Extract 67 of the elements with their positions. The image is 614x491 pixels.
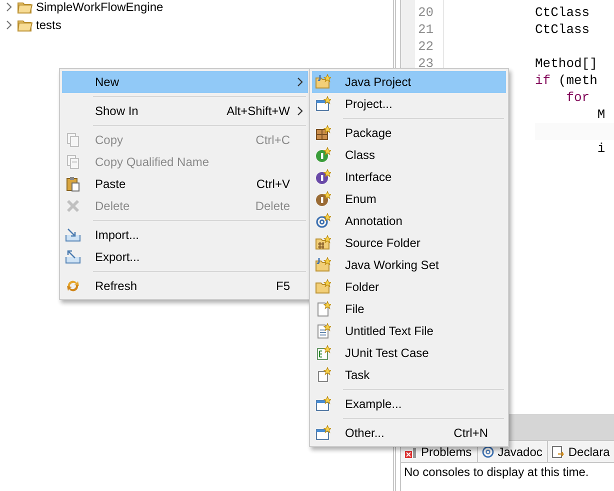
source-folder-icon <box>315 235 331 251</box>
paste-icon <box>65 176 81 192</box>
menu-item[interactable]: File <box>312 298 506 320</box>
tree-item[interactable]: SimpleWorkFlowEngine <box>36 0 164 14</box>
export-icon <box>65 249 81 265</box>
task-icon <box>315 367 331 383</box>
declaration-icon <box>551 444 566 458</box>
working-set-icon <box>315 257 331 273</box>
code-line: CtClass <box>535 4 590 21</box>
menu-item[interactable]: Other... Ctrl+N <box>312 422 506 444</box>
line-number: 23 <box>417 55 435 72</box>
console-message: No consoles to display at this time. <box>403 464 590 481</box>
menu-item[interactable]: Untitled Text File <box>312 320 506 342</box>
menu-item[interactable]: Interface <box>312 166 506 188</box>
line-number: 21 <box>417 21 435 38</box>
menu-item[interactable]: Project... <box>312 93 506 115</box>
menu-item[interactable]: JUnit Test Case <box>312 342 506 364</box>
new-file-icon <box>315 301 331 317</box>
line-number: 22 <box>417 38 435 55</box>
import-icon <box>65 227 81 243</box>
new-folder-icon <box>315 279 331 295</box>
chevron-right-icon <box>296 77 304 87</box>
menu-item[interactable]: Export... <box>62 246 308 268</box>
code-line: CtClass <box>535 21 590 38</box>
delete-icon <box>65 198 81 214</box>
new-project-icon <box>315 74 331 90</box>
code-line: for <box>565 89 590 106</box>
menu-item[interactable]: Java Working Set <box>312 254 506 276</box>
tree-item[interactable]: tests <box>36 18 62 32</box>
menu-item[interactable]: Class <box>312 144 506 166</box>
menu-item[interactable]: Folder <box>312 276 506 298</box>
menu-item[interactable]: Enum <box>312 188 506 210</box>
menu-item[interactable]: Annotation <box>312 210 506 232</box>
chevron-right-icon <box>296 106 304 116</box>
menu-item[interactable]: Refresh F5 <box>62 275 308 297</box>
folder-icon <box>17 0 33 15</box>
javadoc-icon <box>480 444 495 458</box>
new-window-icon <box>315 425 331 441</box>
refresh-icon <box>65 278 81 294</box>
menu-item[interactable]: Java Project <box>312 71 506 93</box>
code-line: if (meth <box>535 72 598 89</box>
line-number: 20 <box>417 4 435 21</box>
expand-icon[interactable] <box>4 20 14 30</box>
new-window-icon <box>315 96 331 112</box>
panel-tab[interactable]: Declara <box>548 441 614 462</box>
menu-item[interactable]: Source Folder <box>312 232 506 254</box>
code-line: Method[] <box>535 55 598 72</box>
interface-icon <box>315 169 331 185</box>
menu-item[interactable]: Package <box>312 122 506 144</box>
test-case-icon <box>315 345 331 361</box>
expand-icon[interactable] <box>4 2 14 12</box>
class-icon <box>315 147 331 163</box>
copy-icon <box>65 132 81 148</box>
enum-icon <box>315 191 331 207</box>
code-line: M <box>596 106 606 123</box>
package-icon <box>315 125 331 141</box>
menu-item[interactable]: Task <box>312 364 506 386</box>
menu-item[interactable]: Import... <box>62 224 308 246</box>
text-file-icon <box>315 323 331 339</box>
menu-item[interactable]: Example... <box>312 393 506 415</box>
annotation-icon <box>315 213 331 229</box>
menu-item[interactable]: Paste Ctrl+V <box>62 173 308 195</box>
copy-icon <box>65 154 81 170</box>
menu-item[interactable]: Show In Alt+Shift+W <box>62 100 308 122</box>
code-line: i <box>596 140 606 158</box>
menu-item[interactable]: New <box>62 71 308 93</box>
new-window-icon <box>315 396 331 412</box>
